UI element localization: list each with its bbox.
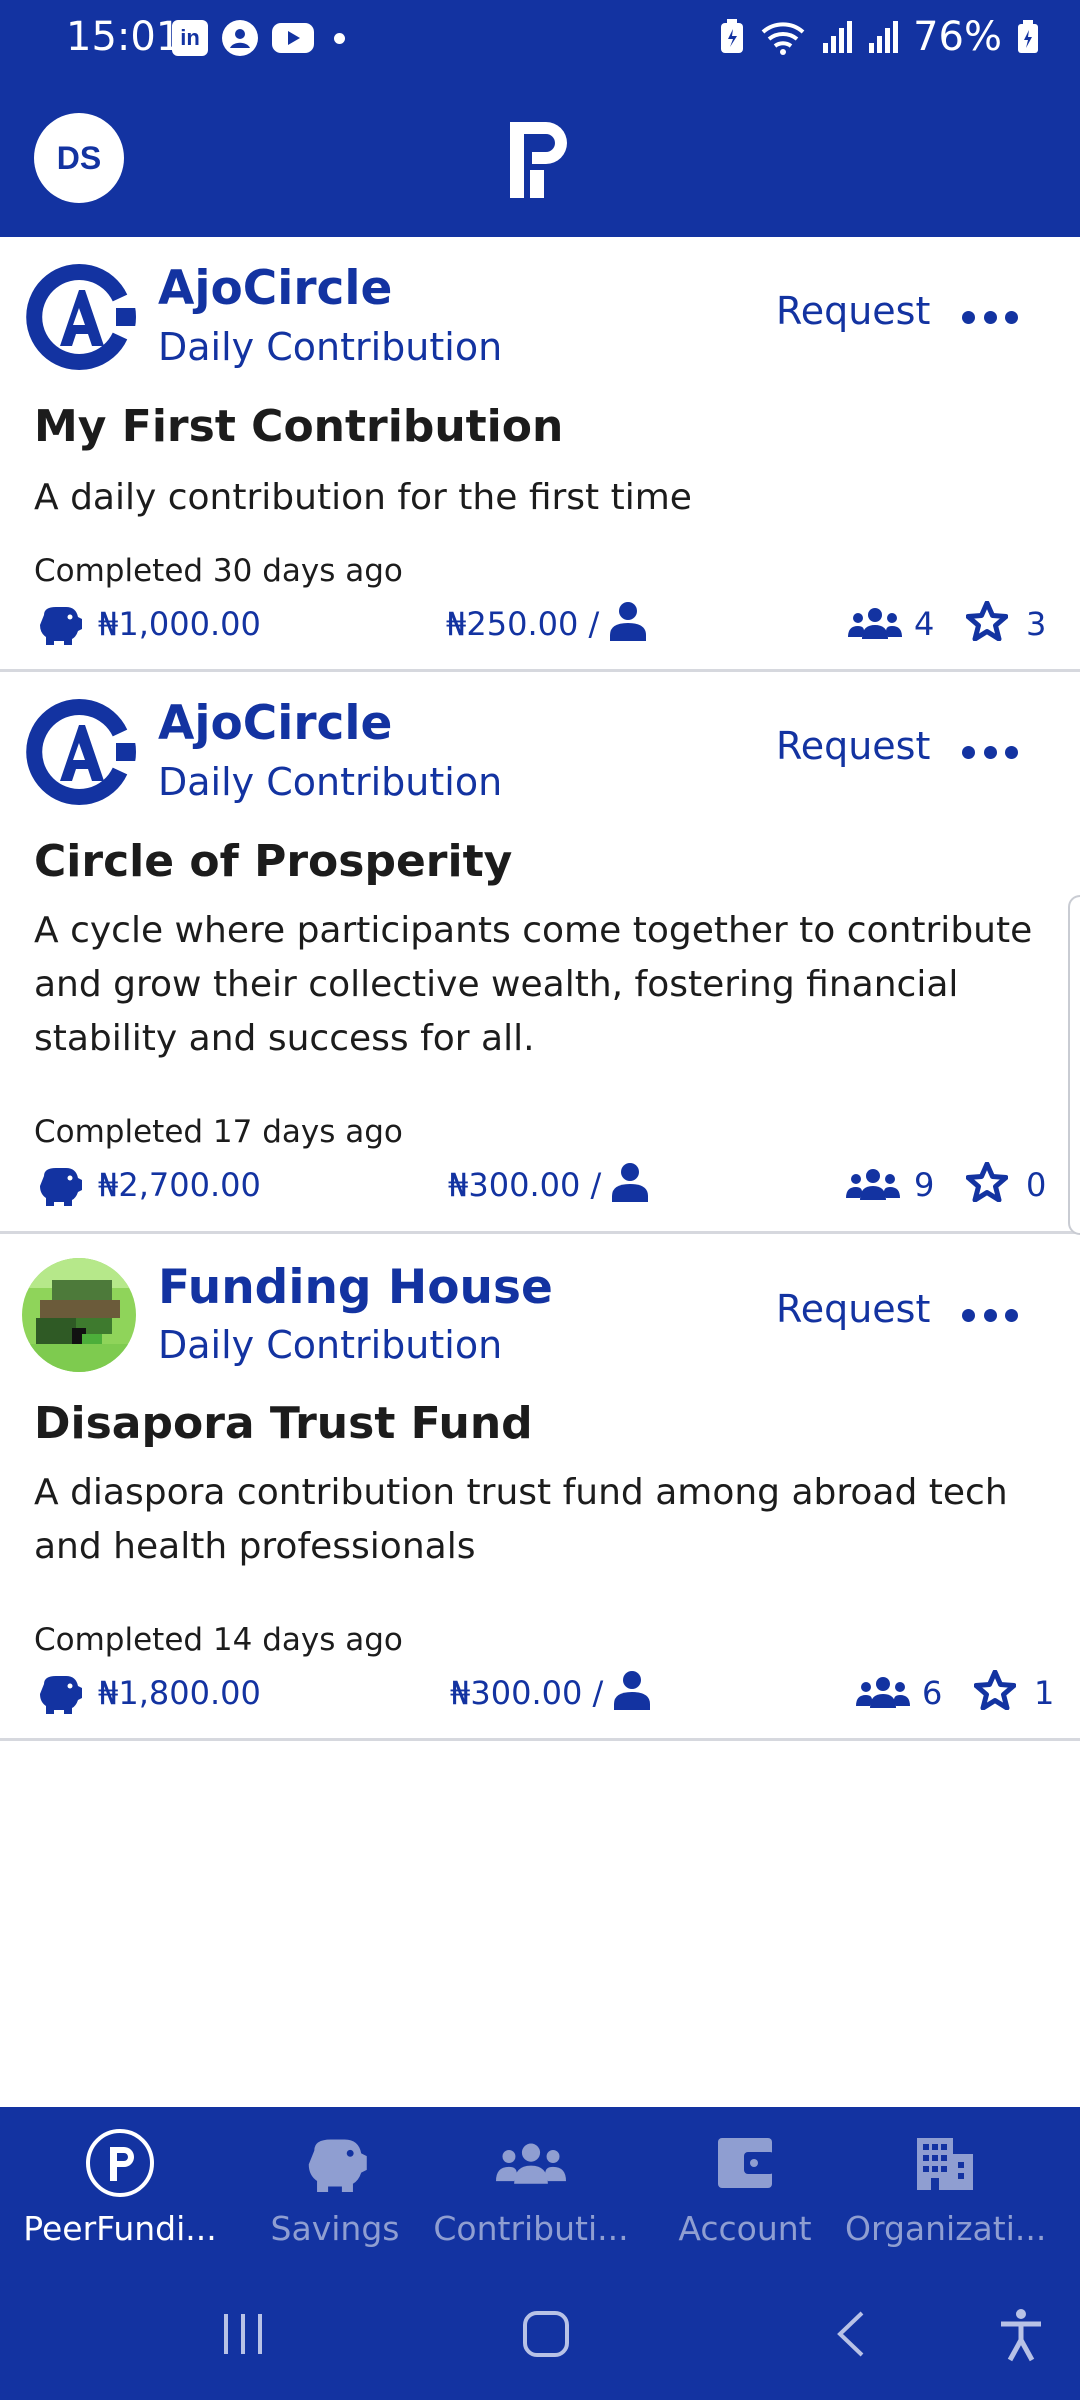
contribution-type: Daily Contribution	[158, 1323, 503, 1367]
building-icon	[917, 2138, 973, 2190]
card-stats: ₦1,800.00 ₦300.00 / 6 1	[0, 1668, 1080, 1718]
group-icon	[496, 2143, 566, 2184]
contribution-type: Daily Contribution	[158, 325, 503, 369]
account-circle-icon	[222, 20, 258, 56]
star-icon	[966, 1162, 1008, 1202]
star-icon	[966, 601, 1008, 641]
peerfunding-icon	[86, 2129, 154, 2197]
peerfunding-p-logo	[510, 122, 567, 198]
status-left-icons: in	[172, 20, 345, 56]
piggy-bank-icon	[40, 607, 82, 645]
card-description: A daily contribution for the first time	[34, 477, 692, 518]
per-person-amount: ₦300.00 /	[450, 1674, 604, 1712]
star-count: 0	[1026, 1166, 1047, 1204]
per-person-amount: ₦250.00 /	[446, 605, 600, 643]
completed-time: Completed 14 days ago	[34, 1622, 403, 1658]
total-amount: ₦1,800.00	[98, 1674, 261, 1712]
system-navigation-bar	[0, 2200, 1080, 2400]
ajocircle-logo	[22, 260, 136, 374]
battery-percent: 76%	[913, 14, 1002, 60]
youtube-icon	[272, 23, 314, 53]
request-button[interactable]: Request	[776, 1287, 930, 1331]
signal-icon	[823, 21, 853, 53]
wallet-icon	[718, 2138, 774, 2188]
status-right-icons: 76%	[719, 14, 1040, 60]
accessibility-icon[interactable]	[998, 2308, 1044, 2362]
recents-icon[interactable]	[220, 2312, 266, 2356]
battery-saver-icon	[721, 19, 744, 53]
ajocircle-logo	[22, 695, 136, 809]
funding-house-logo	[22, 1258, 136, 1372]
piggy-bank-icon	[40, 1676, 82, 1714]
person-icon	[614, 1671, 650, 1710]
member-count: 6	[922, 1674, 943, 1712]
home-icon[interactable]	[522, 2310, 570, 2358]
person-icon	[612, 1163, 648, 1202]
completed-time: Completed 30 days ago	[34, 553, 403, 589]
avatar[interactable]: DS	[34, 113, 124, 203]
group-icon	[856, 1677, 910, 1708]
card-description: A cycle where participants come together…	[34, 910, 1033, 1059]
card-title: Circle of Prosperity	[34, 836, 513, 887]
card-title: My First Contribution	[34, 401, 564, 452]
per-person-amount: ₦300.00 /	[448, 1166, 602, 1204]
status-bar: 15:01 in 76%	[0, 0, 1080, 80]
contribution-card[interactable]: Funding House Daily Contribution Request…	[0, 1234, 1080, 1741]
star-icon	[974, 1670, 1016, 1710]
star-count: 1	[1034, 1674, 1055, 1712]
linkedin-icon: in	[172, 20, 208, 56]
contribution-type: Daily Contribution	[158, 760, 503, 804]
contribution-card[interactable]: AjoCircle Daily Contribution Request Cir…	[0, 672, 1080, 1234]
person-icon	[610, 602, 646, 641]
more-options-button[interactable]	[962, 742, 1018, 762]
card-title: Disapora Trust Fund	[34, 1398, 533, 1449]
more-options-button[interactable]	[962, 1305, 1018, 1325]
total-amount: ₦1,000.00	[98, 605, 261, 643]
card-description: A diaspora contribution trust fund among…	[34, 1472, 1008, 1567]
signal-icon	[869, 21, 899, 53]
piggy-bank-icon	[308, 2139, 367, 2192]
member-count: 4	[914, 605, 935, 643]
card-stats: ₦2,700.00 ₦300.00 / 9 0	[0, 1160, 1080, 1210]
card-stats: ₦1,000.00 ₦250.00 / 4 3	[0, 599, 1080, 649]
wifi-icon	[761, 22, 805, 55]
org-name[interactable]: AjoCircle	[158, 696, 392, 751]
org-name[interactable]: AjoCircle	[158, 261, 392, 316]
scrollbar-thumb[interactable]	[1068, 895, 1080, 1235]
group-icon	[848, 608, 902, 639]
status-time: 15:01	[66, 14, 182, 60]
battery-icon	[1018, 20, 1038, 53]
request-button[interactable]: Request	[776, 724, 930, 768]
contribution-card[interactable]: AjoCircle Daily Contribution Request My …	[0, 237, 1080, 672]
back-icon[interactable]	[834, 2310, 868, 2358]
app-header: 15:01 in 76% DS	[0, 0, 1080, 237]
notification-dot-icon	[334, 32, 345, 44]
org-name[interactable]: Funding House	[158, 1260, 553, 1315]
request-button[interactable]: Request	[776, 289, 930, 333]
completed-time: Completed 17 days ago	[34, 1114, 403, 1150]
more-options-button[interactable]	[962, 307, 1018, 327]
group-icon	[846, 1169, 900, 1200]
total-amount: ₦2,700.00	[98, 1166, 261, 1204]
star-count: 3	[1026, 605, 1047, 643]
member-count: 9	[914, 1166, 935, 1204]
piggy-bank-icon	[40, 1168, 82, 1206]
